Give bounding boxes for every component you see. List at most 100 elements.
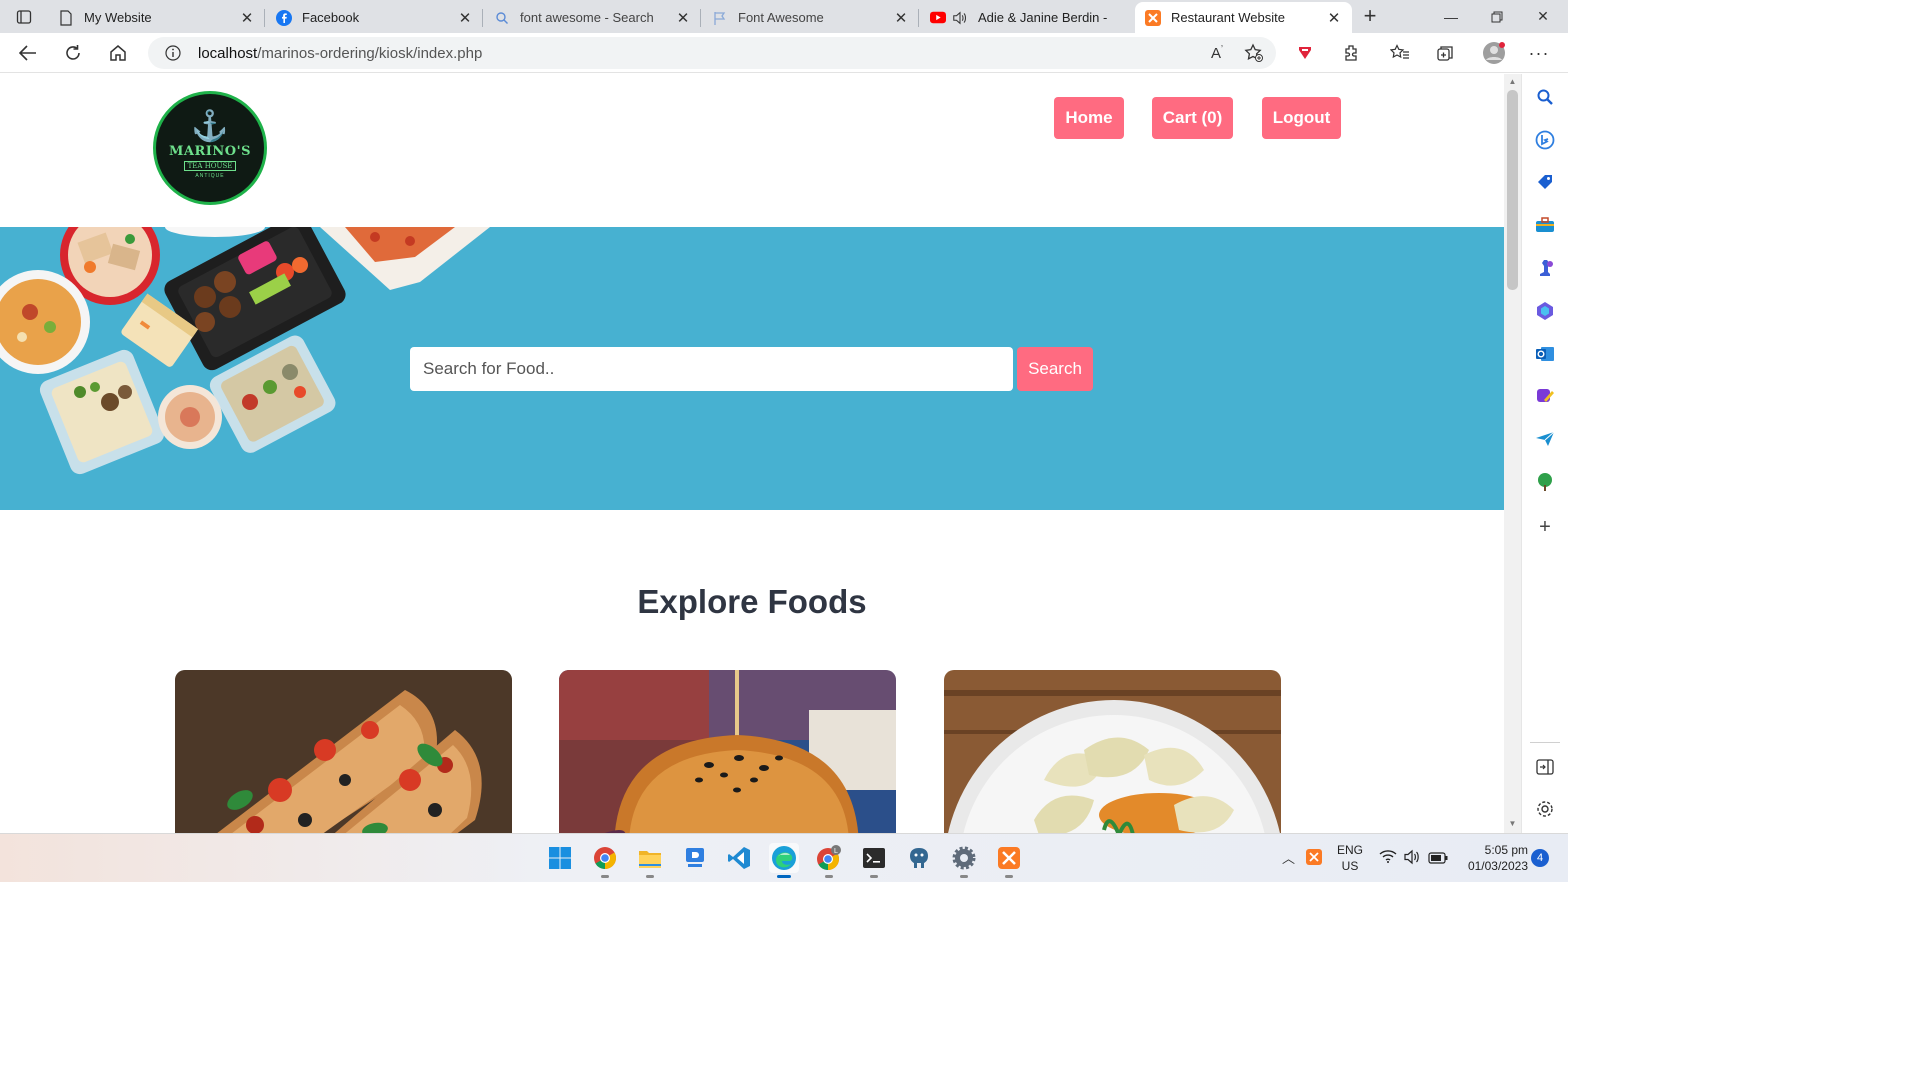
designer-icon[interactable] [1534, 385, 1556, 407]
xampp-icon[interactable] [994, 843, 1024, 878]
clock-time[interactable]: 5:05 pm [1458, 843, 1528, 857]
close-icon[interactable]: ✕ [675, 9, 691, 27]
tab-font-awesome[interactable]: Font Awesome ✕ [702, 2, 919, 33]
scroll-up-icon[interactable]: ▲ [1508, 77, 1517, 86]
tab-font-awesome-search[interactable]: font awesome - Search ✕ [484, 2, 701, 33]
food-card-pizza[interactable] [175, 670, 512, 833]
favorite-add-icon[interactable] [1240, 39, 1268, 67]
xampp-icon [1145, 9, 1161, 26]
maximize-icon[interactable] [1474, 0, 1520, 33]
windows-start-icon[interactable] [545, 843, 575, 873]
extension-red-icon[interactable] [1291, 39, 1319, 67]
flag-icon [712, 10, 728, 26]
scroll-thumb[interactable] [1507, 90, 1518, 290]
chrome-profile-icon[interactable]: L [814, 843, 844, 878]
svg-text:L: L [834, 848, 838, 855]
address-bar-row: localhost/marinos-ordering/kiosk/index.p… [0, 33, 1568, 73]
cart-button[interactable]: Cart (0) [1152, 97, 1233, 139]
facebook-icon [276, 9, 292, 26]
logo-sub2: ANTIQUE [195, 172, 225, 179]
minimize-icon[interactable]: — [1428, 0, 1474, 33]
settings-gear-icon[interactable] [1534, 798, 1556, 820]
outlook-icon[interactable] [1534, 343, 1556, 365]
region-indicator[interactable]: US [1334, 859, 1366, 873]
anchor-icon: ⚓ [191, 109, 229, 143]
page-viewport: ⚓ MARINO'S TEA HOUSE ANTIQUE Home Cart (… [0, 74, 1504, 833]
search-hero: Search [0, 227, 1504, 510]
hide-sidebar-icon[interactable] [1534, 756, 1556, 778]
search-icon[interactable] [1534, 86, 1556, 108]
tab-youtube[interactable]: Adie & Janine Berdin - [920, 2, 1134, 33]
back-icon[interactable] [14, 39, 42, 67]
chrome-icon[interactable] [590, 843, 620, 878]
url-host: localhost [198, 44, 258, 62]
window-close-icon[interactable]: ✕ [1520, 0, 1566, 33]
youtube-icon [930, 10, 946, 26]
search-icon [494, 10, 510, 26]
tab-restaurant-website[interactable]: Restaurant Website ✕ [1135, 2, 1352, 33]
file-explorer-icon[interactable] [635, 843, 665, 878]
url-path: /marinos-ordering/kiosk/index.php [257, 44, 483, 62]
more-options-icon[interactable]: ··· [1525, 39, 1553, 67]
close-icon[interactable]: ✕ [893, 9, 909, 27]
settings-icon[interactable] [949, 843, 979, 878]
favorites-icon[interactable] [1386, 39, 1414, 67]
home-button[interactable]: Home [1054, 97, 1124, 139]
home-icon[interactable] [104, 39, 132, 67]
page-scrollbar[interactable]: ▲ ▼ [1504, 74, 1521, 833]
site-header: ⚓ MARINO'S TEA HOUSE ANTIQUE Home Cart (… [0, 74, 1504, 227]
terminal-icon[interactable] [859, 843, 889, 878]
profile-avatar[interactable] [1480, 39, 1508, 67]
refresh-icon[interactable] [59, 39, 87, 67]
info-icon[interactable] [162, 45, 184, 61]
tab-my-website[interactable]: My Website ✕ [48, 2, 265, 33]
scroll-down-icon[interactable]: ▼ [1508, 819, 1517, 828]
search-button[interactable]: Search [1017, 347, 1093, 391]
volume-icon[interactable] [1403, 849, 1421, 870]
search-food-input[interactable] [410, 347, 1013, 391]
bing-chat-icon[interactable] [1534, 129, 1556, 151]
notification-badge[interactable]: 4 [1531, 849, 1549, 867]
tools-briefcase-icon[interactable] [1534, 214, 1556, 236]
tab-facebook[interactable]: Facebook ✕ [266, 2, 483, 33]
extensions-icon[interactable] [1337, 39, 1365, 67]
burger-image [559, 670, 896, 833]
logo-sub: TEA HOUSE [183, 160, 237, 171]
collections-icon[interactable] [1431, 39, 1459, 67]
games-chess-icon[interactable] [1534, 257, 1556, 279]
remote-desktop-icon[interactable] [680, 843, 710, 873]
tab-title: Facebook [302, 10, 360, 25]
url-field[interactable]: localhost/marinos-ordering/kiosk/index.p… [148, 37, 1276, 69]
read-aloud-icon[interactable]: Aʼ [1203, 39, 1231, 67]
tab-actions-icon[interactable] [8, 4, 40, 30]
xampp-tray-icon[interactable] [1306, 849, 1322, 870]
send-paper-plane-icon[interactable] [1534, 428, 1556, 450]
food-card-burger[interactable] [559, 670, 896, 833]
language-indicator[interactable]: ENG [1334, 843, 1366, 857]
shopping-tag-icon[interactable] [1534, 171, 1556, 193]
vscode-icon[interactable] [724, 843, 754, 873]
close-icon[interactable]: ✕ [1326, 9, 1342, 27]
edge-sidebar: + [1521, 74, 1568, 833]
battery-icon[interactable] [1428, 851, 1448, 869]
add-icon[interactable]: + [1534, 516, 1556, 538]
postgres-icon[interactable] [904, 843, 934, 873]
wifi-icon[interactable] [1379, 849, 1397, 868]
tab-title: My Website [84, 10, 152, 25]
explore-foods-heading: Explore Foods [637, 583, 867, 620]
close-icon[interactable]: ✕ [457, 9, 473, 27]
speaker-icon[interactable] [952, 10, 968, 26]
chevron-up-icon[interactable]: ︿ [1282, 848, 1295, 867]
clock-date[interactable]: 01/03/2023 [1458, 859, 1528, 873]
site-logo[interactable]: ⚓ MARINO'S TEA HOUSE ANTIQUE [153, 91, 267, 205]
microsoft-365-icon[interactable] [1534, 300, 1556, 322]
logo-brand: MARINO'S [169, 143, 251, 159]
tab-title: Restaurant Website [1171, 10, 1285, 25]
logout-button[interactable]: Logout [1262, 97, 1341, 139]
new-tab-icon[interactable]: + [1358, 4, 1382, 28]
windows-taskbar: L ︿ ENG US 5:05 pm 01/03/2023 4 [0, 833, 1568, 882]
tree-icon[interactable] [1534, 471, 1556, 493]
edge-icon[interactable] [769, 843, 799, 878]
food-card-momo[interactable] [944, 670, 1281, 833]
close-icon[interactable]: ✕ [239, 9, 255, 27]
